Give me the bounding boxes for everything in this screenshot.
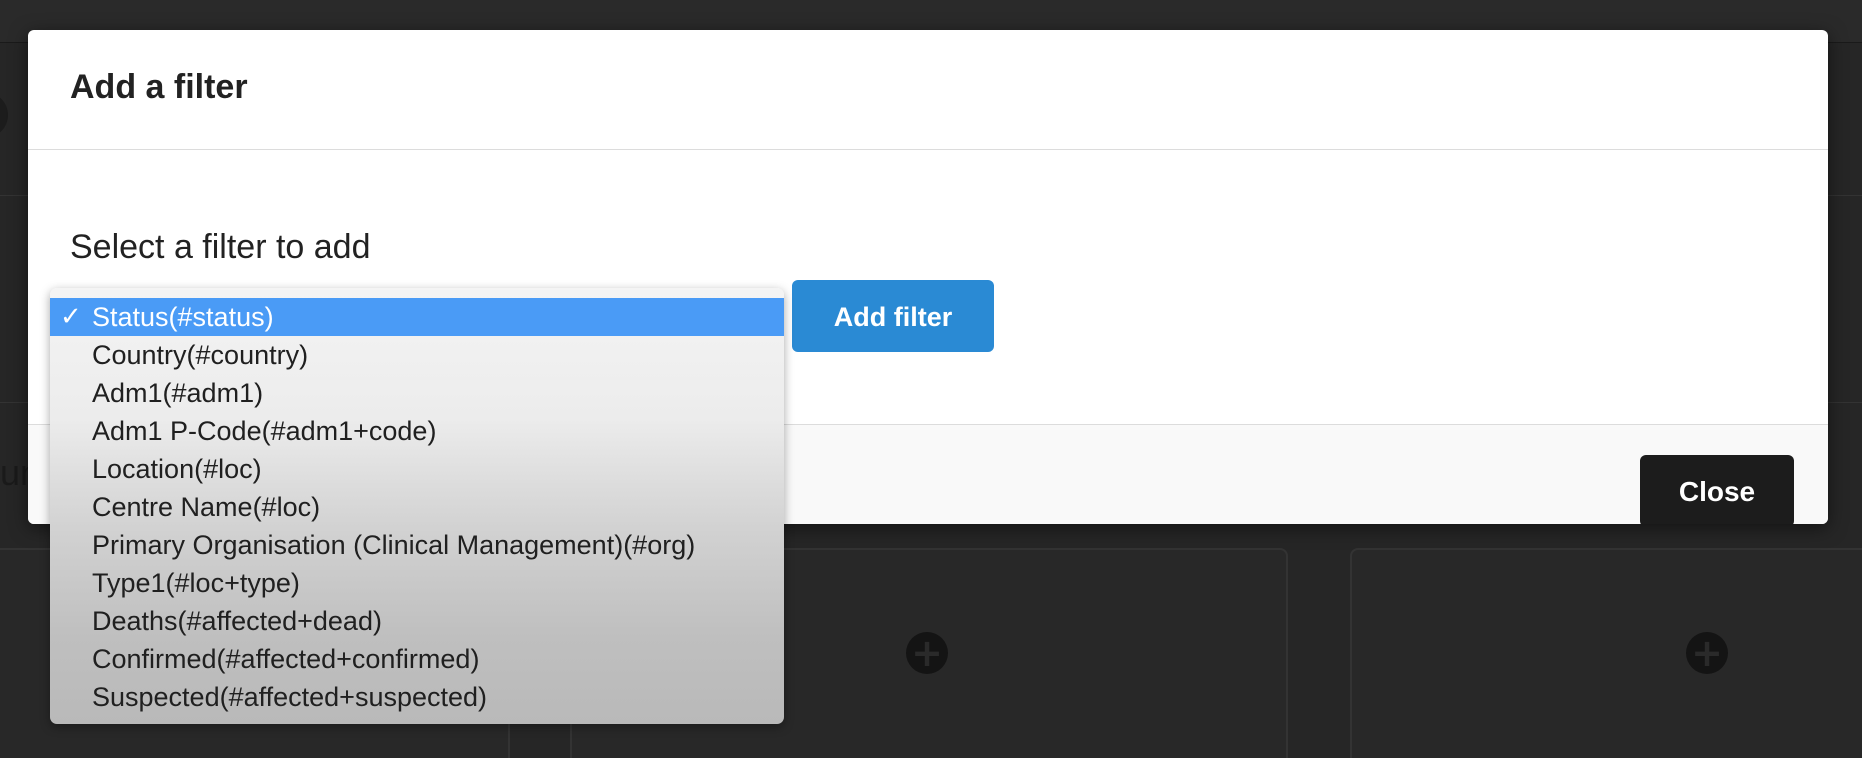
plus-circle-icon[interactable]: + — [906, 632, 948, 674]
modal-title: Add a filter — [70, 68, 248, 106]
background-avatar — [0, 92, 8, 138]
filter-option-label: Adm1 P-Code(#adm1+code) — [92, 416, 437, 446]
filter-options-list: ✓ Status(#status) Country(#country) Adm1(… — [50, 288, 784, 716]
checkmark-icon: ✓ — [60, 302, 82, 332]
plus-circle-icon[interactable]: + — [1686, 632, 1728, 674]
background-card[interactable]: + — [1350, 548, 1862, 758]
filter-option[interactable]: Adm1(#adm1) — [50, 374, 784, 412]
filter-option[interactable]: Adm1 P-Code(#adm1+code) — [50, 412, 784, 450]
modal-header: Add a filter — [28, 30, 1828, 150]
filter-option[interactable]: Country(#country) — [50, 336, 784, 374]
filter-option[interactable]: ✓ Status(#status) — [50, 298, 784, 336]
filter-option-label: Location(#loc) — [92, 454, 262, 484]
select-filter-label: Select a filter to add — [70, 228, 371, 266]
filter-option-label: Confirmed(#affected+confirmed) — [92, 644, 480, 674]
filter-option[interactable]: Location(#loc) — [50, 450, 784, 488]
page: un + + Add a filter Select a filter to a… — [0, 0, 1862, 758]
filter-option[interactable]: Centre Name(#loc) — [50, 488, 784, 526]
filter-option[interactable]: Deaths(#affected+dead) — [50, 602, 784, 640]
filter-option-label: Adm1(#adm1) — [92, 378, 264, 408]
filter-option-label: Status(#status) — [92, 302, 274, 332]
add-filter-button[interactable]: Add filter — [792, 280, 994, 352]
filter-option-label: Country(#country) — [92, 340, 309, 370]
filter-option[interactable]: Confirmed(#affected+confirmed) — [50, 640, 784, 678]
filter-option-label: Deaths(#affected+dead) — [92, 606, 382, 636]
filter-select-dropdown[interactable]: ✓ Status(#status) Country(#country) Adm1(… — [50, 288, 784, 724]
filter-option-label: Primary Organisation (Clinical Managemen… — [92, 530, 696, 560]
filter-option[interactable]: Suspected(#affected+suspected) — [50, 678, 784, 716]
filter-option[interactable]: Primary Organisation (Clinical Managemen… — [50, 526, 784, 564]
close-button[interactable]: Close — [1640, 455, 1794, 524]
filter-option-label: Centre Name(#loc) — [92, 492, 321, 522]
filter-option-label: Suspected(#affected+suspected) — [92, 682, 488, 712]
filter-option[interactable]: Type1(#loc+type) — [50, 564, 784, 602]
filter-option-label: Type1(#loc+type) — [92, 568, 300, 598]
